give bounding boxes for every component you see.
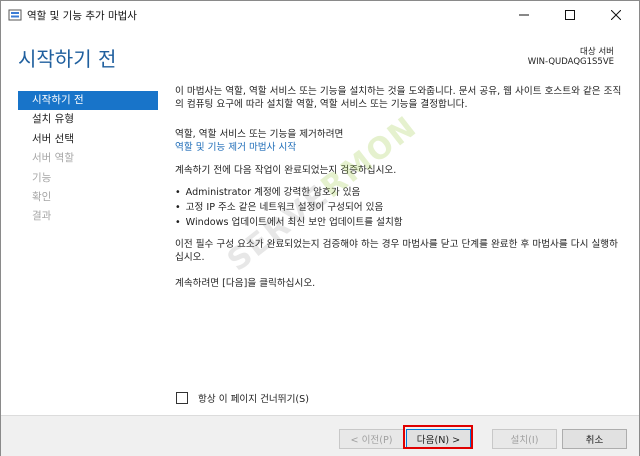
nav-item-features: 기능 [32, 171, 52, 184]
close-button[interactable] [593, 1, 639, 29]
intro-paragraph: 이 마법사는 역할, 역할 서비스 또는 기능을 설치하는 것을 도와줍니다. … [175, 86, 622, 110]
maximize-button[interactable] [547, 1, 593, 29]
list-item: 고정 IP 주소 같은 네트워크 설정이 구성되어 있음 [175, 201, 403, 216]
prerequisite-list: Administrator 계정에 강력한 암호가 있음 고정 IP 주소 같은… [175, 186, 403, 231]
skip-page-label: 항상 이 페이지 건너뛰기(S) [198, 394, 309, 405]
close-icon [611, 10, 621, 20]
nav-item-before-you-begin[interactable]: 시작하기 전 [18, 91, 158, 111]
nav-item-server-roles: 서버 역할 [32, 152, 74, 165]
wizard-window: 역할 및 기능 추가 마법사 시작하기 전 대상 서버 WIN-QUDAQG1S… [0, 0, 640, 456]
window-title: 역할 및 기능 추가 마법사 [27, 10, 137, 22]
rerun-paragraph: 이전 필수 구성 요소가 완료되었는지 검증해야 하는 경우 마법사를 닫고 단… [175, 239, 618, 263]
page-title: 시작하기 전 [18, 47, 117, 71]
remove-roles-wizard-link[interactable]: 역할 및 기능 제거 마법사 시작 [175, 141, 296, 154]
skip-page-option[interactable]: 항상 이 페이지 건너뛰기(S) [176, 391, 309, 405]
minimize-button[interactable] [501, 1, 547, 29]
cancel-button[interactable]: 취소 [562, 429, 627, 449]
skip-page-checkbox[interactable] [176, 392, 188, 404]
nav-item-server-selection[interactable]: 서버 선택 [18, 130, 158, 149]
next-button[interactable]: 다음(N) > [406, 429, 471, 449]
list-item: Windows 업데이트에서 최신 보안 업데이트를 설치함 [175, 216, 403, 231]
list-item: Administrator 계정에 강력한 암호가 있음 [175, 186, 403, 201]
target-server-label: 대상 서버 [580, 47, 614, 57]
wizard-steps-nav: 시작하기 전 설치 유형 서버 선택 서버 역할 기능 확인 결과 [18, 91, 158, 227]
button-bar: < 이전(P) 다음(N) > 설치(I) 취소 [1, 415, 639, 456]
remove-roles-text: 역할, 역할 서비스 또는 기능을 제거하려면 [175, 129, 344, 140]
maximize-icon [565, 10, 575, 20]
wizard-header: 시작하기 전 대상 서버 WIN-QUDAQG1S5VE [1, 29, 639, 79]
continue-text: 계속하려면 [다음]을 클릭하십시오. [175, 278, 316, 289]
verify-text: 계속하기 전에 다음 작업이 완료되었는지 검증하십시오. [175, 165, 397, 176]
nav-item-installation-type[interactable]: 설치 유형 [18, 110, 158, 129]
server-manager-icon [8, 9, 22, 21]
target-server-value: WIN-QUDAQG1S5VE [527, 57, 614, 67]
previous-button[interactable]: < 이전(P) [339, 429, 404, 449]
title-bar[interactable]: 역할 및 기능 추가 마법사 [1, 1, 639, 29]
minimize-icon [519, 14, 529, 16]
nav-item-results: 결과 [32, 210, 52, 223]
install-button[interactable]: 설치(I) [492, 429, 557, 449]
nav-item-confirmation: 확인 [32, 190, 52, 203]
